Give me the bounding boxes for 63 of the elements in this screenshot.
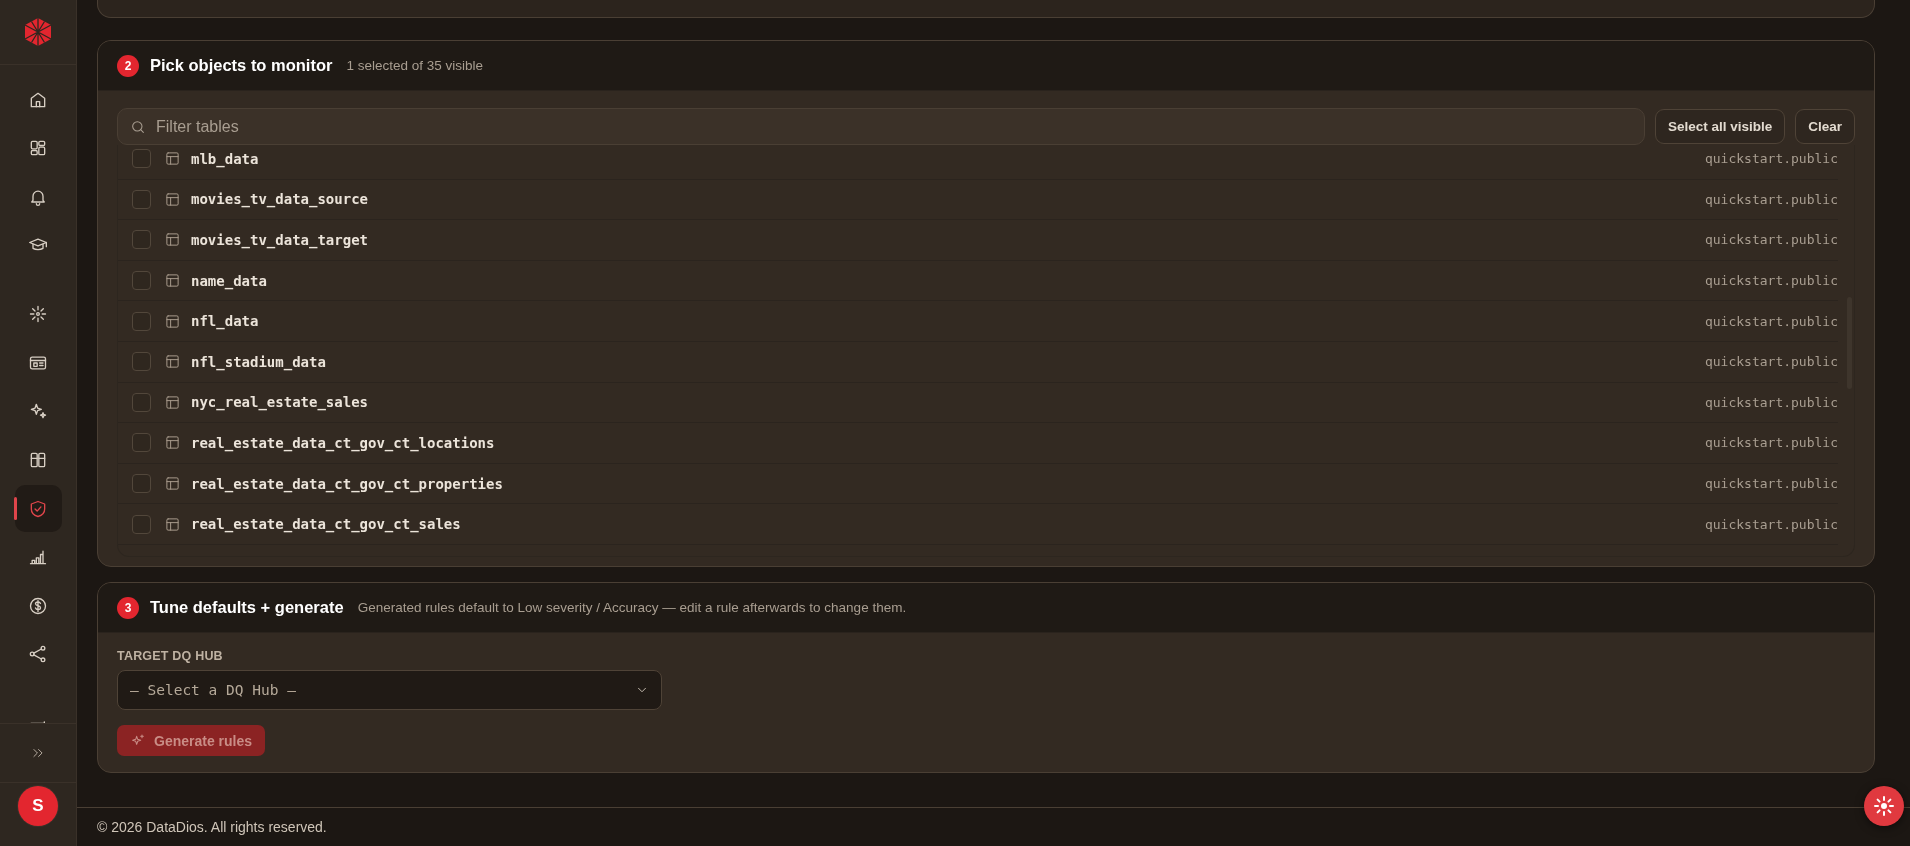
clear-button[interactable]: Clear — [1795, 109, 1855, 144]
section-subtitle: 1 selected of 35 visible — [346, 58, 484, 73]
section-subtitle: Generated rules default to Low severity / Accuracy — edit a rule afterwards to change them. — [357, 600, 907, 615]
table-icon — [165, 516, 180, 532]
checkbox[interactable] — [132, 514, 151, 534]
assistant-button[interactable] — [1864, 786, 1904, 826]
schema-name: quickstart.public — [1704, 394, 1838, 410]
logo-icon — [23, 17, 53, 47]
table-icon — [165, 354, 180, 370]
table-name: movies_tv_data_source — [191, 191, 368, 208]
table-name: real_estate_data_ct_gov_ct_locations — [191, 434, 495, 451]
schema-name: quickstart.public — [1704, 476, 1838, 492]
schema-name: quickstart.public — [1704, 354, 1838, 370]
checkbox[interactable] — [132, 352, 151, 372]
checkbox[interactable] — [132, 311, 151, 331]
select-all-button[interactable]: Select all visible — [1654, 109, 1786, 144]
schema-name: quickstart.public — [1704, 313, 1838, 329]
checkbox[interactable] — [132, 392, 151, 412]
step-number: 2 — [117, 54, 139, 77]
table-icon — [165, 191, 180, 207]
user-avatar[interactable]: S — [18, 786, 58, 826]
table-icon — [165, 273, 180, 289]
table-name: nyc_real_estate_sales — [191, 394, 368, 411]
table-icon — [165, 313, 180, 329]
burst-icon — [28, 304, 48, 325]
checkbox[interactable] — [132, 230, 151, 250]
table-icon — [165, 476, 180, 492]
schema-name: quickstart.public — [1704, 191, 1838, 207]
double-chevron-icon — [31, 746, 45, 760]
schema-name: quickstart.public — [1704, 151, 1838, 167]
share-icon — [28, 644, 48, 665]
step-number: 3 — [117, 596, 139, 619]
table-name: movies_tv_data_target — [191, 232, 368, 248]
table-icon — [165, 151, 180, 167]
table-icon — [165, 435, 180, 451]
search-icon — [130, 118, 146, 135]
checkbox[interactable] — [132, 474, 151, 494]
checkbox[interactable] — [132, 189, 151, 209]
table-icon — [165, 232, 180, 248]
burst-icon — [1872, 794, 1896, 818]
schema-name: quickstart.public — [1704, 435, 1838, 451]
sidebar-item[interactable] — [14, 485, 62, 533]
hub-select[interactable]: — Select a DQ Hub — — [117, 670, 662, 710]
checkbox[interactable] — [132, 149, 151, 169]
schema-name: quickstart.public — [1704, 232, 1838, 248]
section-title: Pick objects to monitor — [150, 56, 333, 75]
checkbox[interactable] — [132, 433, 151, 453]
copyright-text: © 2026 DataDios. All rights reserved. — [97, 819, 327, 835]
shield-check-icon — [28, 498, 48, 519]
schema-name: quickstart.public — [1704, 273, 1838, 289]
section-title: Tune defaults + generate — [150, 598, 344, 617]
table-name: nfl_stadium_data — [191, 353, 326, 370]
table-name: real_estate_data_ct_gov_ct_sales — [191, 516, 461, 533]
dollar-icon — [28, 595, 48, 616]
field-label: TARGET DQ HUB — [117, 649, 223, 663]
table-name: nfl_data — [191, 313, 259, 330]
table-name: name_data — [191, 272, 267, 289]
table-name: real_estate_data_ct_gov_ct_properties — [191, 475, 503, 492]
schema-name: quickstart.public — [1704, 516, 1838, 532]
checkbox[interactable] — [132, 271, 151, 291]
table-icon — [165, 394, 180, 410]
table-name: mlb_data — [191, 150, 259, 167]
filter-field[interactable]: Filter tables — [117, 108, 1645, 145]
